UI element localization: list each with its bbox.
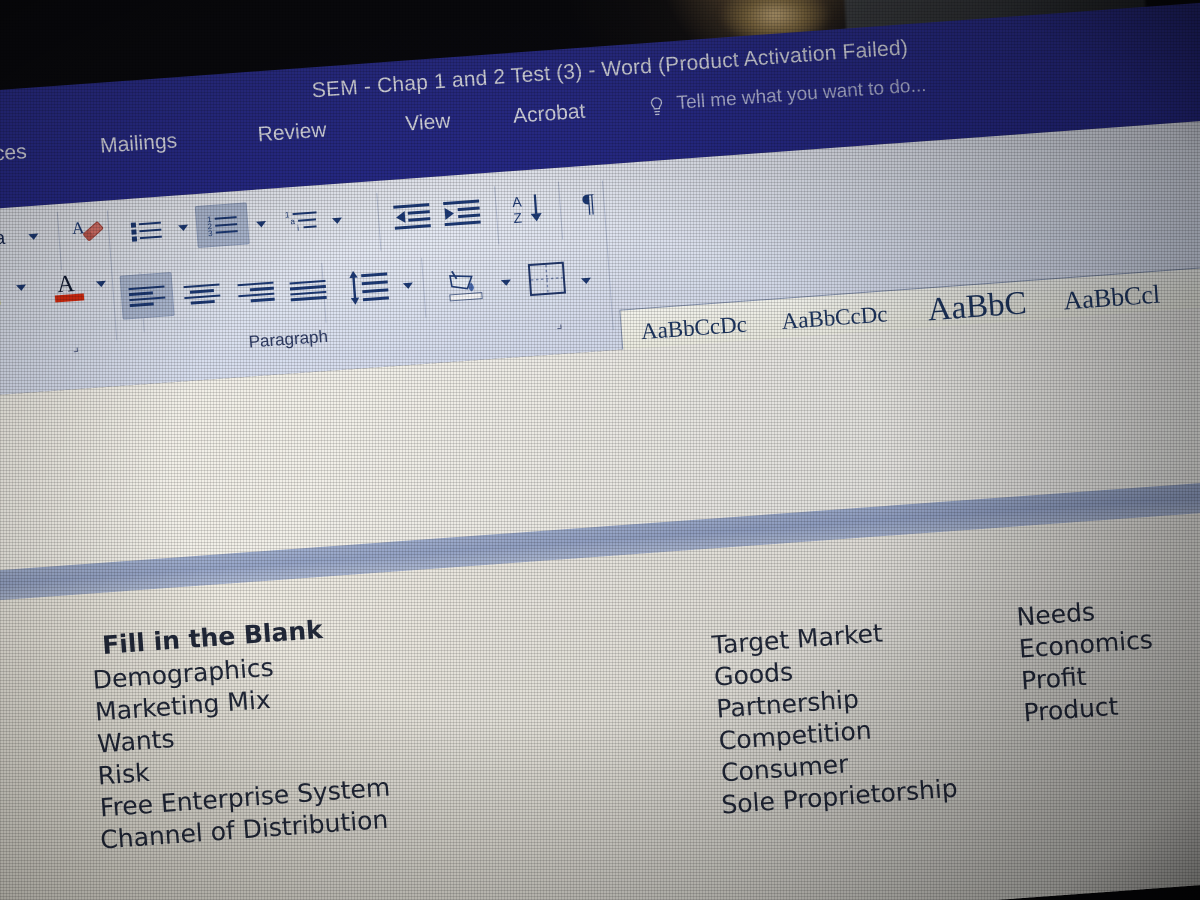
doc-line: Needs [1015, 597, 1096, 632]
borders-icon[interactable] [524, 257, 571, 300]
numbering-icon[interactable]: 1 2 3 [194, 202, 250, 249]
shading-icon[interactable] [439, 259, 490, 306]
clear-formatting-button[interactable]: A [69, 213, 110, 252]
chevron-down-icon[interactable] [28, 233, 39, 241]
photo-of-screen: SEM - Chap 1 and 2 Test (3) - Word (Prod… [0, 0, 1200, 900]
line-spacing-icon[interactable] [342, 264, 397, 310]
sort-letter-top: A [512, 193, 523, 210]
doc-line: Fill in the Blank [101, 615, 324, 660]
tab-references[interactable]: eferences [0, 140, 27, 171]
decrease-indent-icon[interactable] [389, 197, 435, 236]
divider [421, 257, 427, 318]
divider [56, 212, 63, 270]
change-case-label: Aa [0, 227, 6, 251]
tab-view[interactable]: View [405, 109, 452, 136]
chevron-down-icon[interactable] [500, 279, 512, 287]
doc-line: Goods [713, 657, 794, 692]
justify-icon[interactable] [282, 266, 335, 314]
show-formatting-marks-icon[interactable]: ¶ [570, 184, 607, 222]
change-case-button[interactable]: Aa [0, 221, 24, 259]
doc-line: Economics [1017, 624, 1154, 664]
increase-indent-icon[interactable] [439, 193, 485, 232]
word-application-window: SEM - Chap 1 and 2 Test (3) - Word (Prod… [0, 0, 1200, 900]
divider [557, 181, 564, 240]
text-highlight-color-button[interactable]: ab [0, 270, 12, 311]
doc-line: Target Market [710, 618, 884, 660]
chevron-down-icon[interactable] [178, 224, 189, 232]
font-dialog-launcher[interactable]: ⌟ [72, 339, 79, 355]
pilcrow-glyph: ¶ [581, 188, 596, 219]
document-area[interactable]: Fill in the Blank Demographics Marketing… [0, 299, 1200, 900]
doc-line: Risk [96, 757, 151, 791]
paragraph-group-label: Paragraph [248, 326, 329, 352]
tab-review[interactable]: Review [257, 118, 327, 147]
tell-me-search[interactable]: Tell me what you want to do... [676, 75, 927, 115]
lightbulb-icon [648, 96, 666, 119]
font-color-button[interactable]: A [47, 266, 92, 307]
doc-line: Profit [1020, 661, 1088, 696]
chevron-down-icon[interactable] [95, 280, 107, 288]
sort-letter-bottom: Z [513, 209, 523, 226]
multilevel-list-icon[interactable]: 1 a i [275, 199, 328, 243]
chevron-down-icon[interactable] [15, 284, 27, 292]
paragraph-dialog-launcher[interactable]: ⌟ [556, 316, 563, 332]
sort-icon[interactable]: A Z [508, 188, 553, 229]
align-center-icon[interactable] [176, 270, 229, 318]
doc-line: Wants [96, 724, 176, 759]
doc-line: Product [1022, 691, 1120, 728]
chevron-down-icon[interactable] [580, 277, 592, 285]
tab-mailings[interactable]: Mailings [99, 129, 178, 159]
chevron-down-icon[interactable] [256, 221, 267, 228]
tab-acrobat[interactable]: Acrobat [512, 100, 586, 129]
align-right-icon[interactable] [230, 268, 283, 316]
bullets-icon[interactable] [121, 210, 172, 251]
chevron-down-icon[interactable] [402, 282, 414, 290]
divider [106, 210, 118, 341]
align-left-icon[interactable] [119, 271, 175, 320]
divider [376, 192, 382, 251]
divider [494, 186, 500, 245]
chevron-down-icon[interactable] [331, 217, 343, 225]
